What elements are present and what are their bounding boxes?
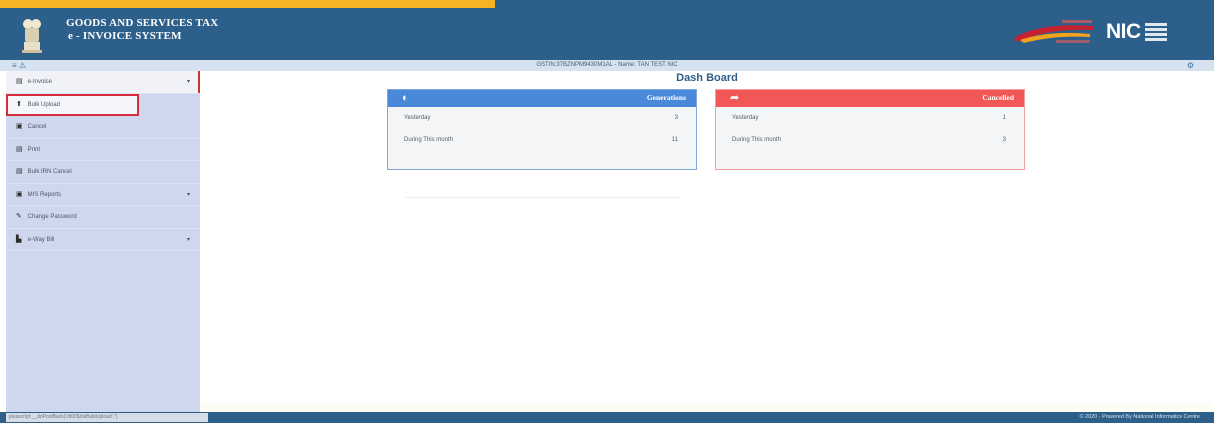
cancel-icon: ▣ <box>16 123 23 130</box>
user-info-text: GSTIN:37BZNPM9430M1AL - Name: TAN TEST N… <box>536 62 678 68</box>
print-icon: ▤ <box>16 145 23 153</box>
sidebar-item-bulk-upload[interactable]: ⬆ Bulk Upload <box>6 93 139 116</box>
cancelled-row-this-month: During This month 3 <box>716 129 1024 151</box>
header-accent-strip <box>0 0 495 8</box>
generations-card-header: ◐ Generations <box>388 90 696 107</box>
sidebar-item-label: MIS Reports <box>27 191 62 198</box>
einvoice-logo-icon <box>1014 20 1094 43</box>
sidebar-item-mis-reports[interactable]: ▣ MIS Reports ▾ <box>6 184 200 206</box>
sidebar-item-label: e-Way Bill <box>27 236 55 243</box>
sidebar-item-e-way-bill[interactable]: ▙ e-Way Bill ▾ <box>6 229 200 251</box>
settings-icon[interactable]: ⚙ <box>1187 60 1194 71</box>
caret-down-icon: ▾ <box>186 191 190 198</box>
sidebar-item-bulk-irn-cancel[interactable]: ▤ Bulk IRN Cancel <box>6 161 200 184</box>
row-value: 3 <box>674 115 678 121</box>
divider <box>405 197 680 198</box>
generations-row-yesterday: Yesterday 3 <box>388 107 696 129</box>
cancelled-row-yesterday: Yesterday 1 <box>716 107 1024 129</box>
brand-title[interactable]: GOODS AND SERVICES TAX e - INVOICE SYSTE… <box>66 17 218 43</box>
key-icon: ✎ <box>16 213 22 220</box>
upload-icon: ⬆ <box>16 100 22 108</box>
row-value: 11 <box>671 137 678 143</box>
generations-card: ◐ Generations Yesterday 3 During This mo… <box>387 89 697 170</box>
sidebar-item-cancel[interactable]: ▣ Cancel <box>6 116 200 139</box>
national-emblem-icon <box>22 19 42 53</box>
adjust-icon: ◐ <box>402 92 409 104</box>
sidebar-item-print[interactable]: ▤ Print <box>6 139 200 161</box>
sidebar-item-label: Cancel <box>27 124 47 130</box>
brand-title-line2: e - INVOICE SYSTEM <box>68 30 182 42</box>
sidebar-item-change-password[interactable]: ✎ Change Password <box>6 206 200 229</box>
file-icon: ▤ <box>16 78 23 85</box>
row-label: Yesterday <box>732 115 759 121</box>
header-bar: GOODS AND SERVICES TAX e - INVOICE SYSTE… <box>0 0 1214 60</box>
nic-logo: NIC <box>1106 18 1167 46</box>
share-icon: ➦ <box>730 92 740 104</box>
row-value: 3 <box>1002 137 1006 143</box>
page-title: Dash Board <box>676 72 738 84</box>
brand-title-line1: GOODS AND SERVICES TAX <box>66 17 219 29</box>
nic-logo-text: NIC <box>1106 20 1141 43</box>
row-value: 1 <box>1002 115 1006 121</box>
caret-down-icon: ▾ <box>186 79 190 85</box>
user-info-bar: ≡ ⚠ GSTIN:37BZNPM9430M1AL - Name: TAN TE… <box>0 60 1214 71</box>
sidebar-item-label: Print <box>27 146 41 153</box>
sidebar-item-label: Bulk Upload <box>27 101 61 108</box>
content-bottom-strip <box>200 402 1214 412</box>
sidebar-item-label: Bulk IRN Cancel <box>27 169 72 175</box>
print-icon: ▤ <box>16 168 23 175</box>
row-label: During This month <box>404 137 453 143</box>
row-label: Yesterday <box>404 115 431 121</box>
row-label: During This month <box>732 137 781 143</box>
nic-logo-lines-icon <box>1144 23 1167 41</box>
sidebar-item-label: Change Password <box>27 214 77 220</box>
copyright-text: © 2020 - Powered By National Informatics… <box>1079 414 1200 420</box>
truck-icon: ▙ <box>16 235 22 243</box>
cancelled-card-header: ➦ Cancelled <box>716 90 1024 107</box>
report-icon: ▣ <box>16 190 23 198</box>
page: GOODS AND SERVICES TAX e - INVOICE SYSTE… <box>0 0 1214 423</box>
generations-row-this-month: During This month 11 <box>388 129 696 151</box>
sidebar-item-label: e-Invoice <box>27 79 53 85</box>
caret-down-icon: ▾ <box>186 236 190 243</box>
generations-card-title: Generations <box>646 93 686 102</box>
sidebar-menu: ▤ e-Invoice ▾ ⬆ Bulk Upload ▣ Cancel ▤ P… <box>6 71 200 412</box>
cancelled-card-title: Cancelled <box>982 93 1014 102</box>
browser-status-bar: javascript:__doPostBack('ctl00$lnkBulkUp… <box>6 413 208 422</box>
footer-bar: javascript:__doPostBack('ctl00$lnkBulkUp… <box>0 412 1214 423</box>
cancelled-card: ➦ Cancelled Yesterday 1 During This mont… <box>715 89 1025 170</box>
sidebar-item-e-invoice[interactable]: ▤ e-Invoice ▾ <box>6 71 200 94</box>
